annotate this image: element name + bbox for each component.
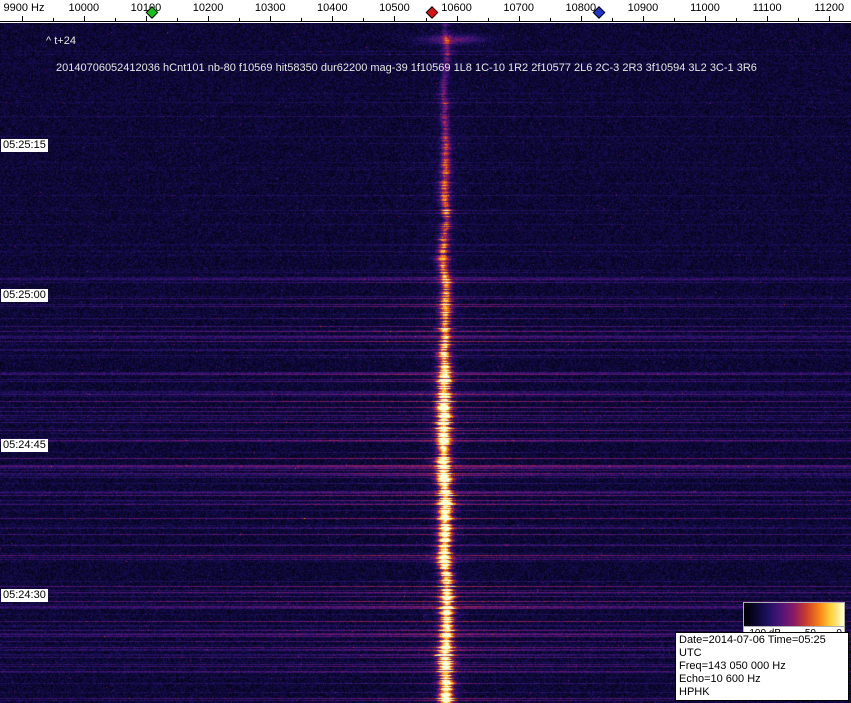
freq-tick-label: 11100 [752, 2, 782, 14]
info-date-line: Date=2014-07-06 Time=05:25 UTC [679, 634, 826, 659]
freq-tick-label: 10600 [441, 2, 472, 14]
time-label: 05:25:00 [1, 289, 48, 302]
freq-tick-label: 9900 Hz [3, 2, 45, 14]
freq-minor-tick-mark [363, 18, 365, 21]
freq-minor-tick-mark [736, 18, 738, 21]
spectrogram-canvas[interactable] [0, 23, 851, 703]
freq-minor-tick-mark [239, 18, 241, 21]
freq-tick-mark [642, 16, 644, 21]
freq-minor-tick-mark [487, 18, 489, 21]
freq-tick-label: 10400 [317, 2, 348, 14]
info-freq-line: Freq=143 050 000 Hz [679, 660, 786, 672]
freq-tick-mark [270, 16, 272, 21]
spectrogram-plot: ^ t+24 20140706052412036 hCnt101 nb-80 f… [0, 23, 851, 703]
freq-tick-mark [208, 16, 210, 21]
freq-tick-mark [394, 16, 396, 21]
freq-minor-tick-mark [301, 18, 303, 21]
freq-tick-label: 10500 [379, 2, 410, 14]
time-label: 05:25:15 [1, 139, 48, 152]
freq-tick-mark [580, 16, 582, 21]
cursor-annotation: ^ t+24 [46, 35, 76, 47]
colorbar-gradient [744, 603, 844, 627]
freq-tick-mark [456, 16, 458, 21]
freq-tick-mark [705, 16, 707, 21]
freq-tick-label: 10200 [192, 2, 224, 14]
status-info-box: Date=2014-07-06 Time=05:25 UTC Freq=143 … [675, 632, 849, 701]
freq-tick-mark [145, 16, 147, 21]
freq-tick-mark [767, 16, 769, 21]
info-echo-line: Echo=10 600 Hz [679, 673, 761, 685]
red-marker[interactable] [425, 6, 439, 19]
time-label: 05:24:30 [1, 589, 48, 602]
freq-minor-tick-mark [673, 18, 675, 21]
freq-tick-label: 11200 [814, 2, 845, 14]
freq-tick-label: 10300 [254, 2, 286, 14]
freq-minor-tick-mark [611, 18, 613, 21]
info-station-line: HPHK [679, 686, 710, 698]
freq-minor-tick-mark [798, 18, 800, 21]
spectrogram-window: 9900 Hz 10000 10100 10200 10300 10400 10500 106… [0, 0, 851, 703]
freq-minor-tick-mark [549, 18, 551, 21]
freq-tick-label: 11000 [690, 2, 720, 14]
freq-tick-mark [332, 16, 334, 21]
time-label: 05:24:45 [1, 439, 48, 452]
freq-tick-label: 10700 [503, 2, 534, 14]
event-data-annotation: 20140706052412036 hCnt101 nb-80 f10569 h… [56, 62, 757, 74]
freq-tick-mark [518, 16, 520, 21]
freq-minor-tick-mark [177, 18, 179, 21]
freq-tick-label: 10900 [627, 2, 659, 14]
freq-minor-tick-mark [52, 18, 54, 21]
freq-tick-mark [21, 16, 23, 21]
freq-tick-mark [829, 16, 831, 21]
freq-tick-label: 10000 [68, 2, 100, 14]
freq-minor-tick-mark [114, 18, 116, 21]
frequency-axis: 9900 Hz 10000 10100 10200 10300 10400 10500 106… [0, 0, 851, 22]
freq-minor-tick-mark [425, 18, 427, 21]
freq-tick-mark [83, 16, 85, 21]
